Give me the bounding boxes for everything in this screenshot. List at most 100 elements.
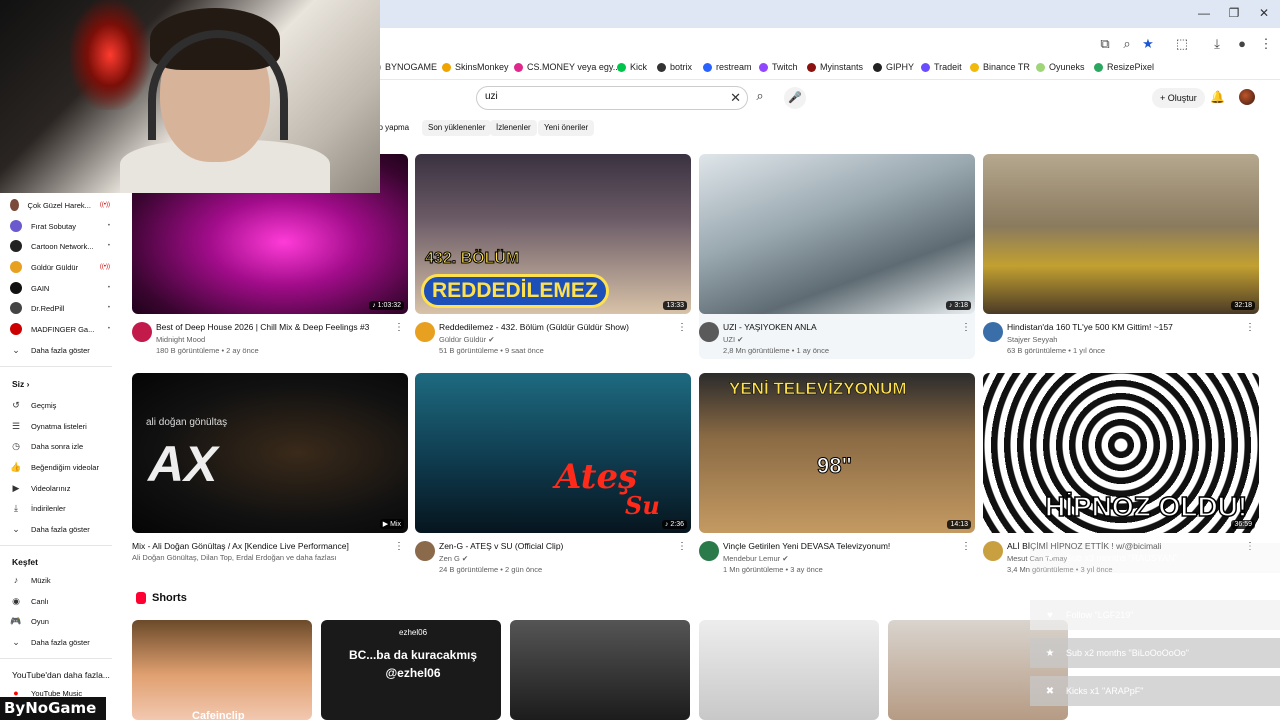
channel-name[interactable]: Midnight Mood — [156, 335, 205, 344]
sidebar-item-gaming[interactable]: 🎮 Oyun — [10, 613, 110, 629]
more-options-icon[interactable]: ⋮ — [394, 322, 404, 333]
short-card[interactable] — [510, 620, 690, 720]
video-card[interactable]: 432. BÖLÜM REDDEDİLEMEZ 13:33 Reddedilem… — [415, 154, 691, 359]
channel-avatar[interactable] — [132, 322, 152, 342]
bookmark[interactable]: Tradeit — [921, 62, 962, 72]
sidebar-item-downloads[interactable]: ⤓ İndirilenler — [10, 500, 110, 516]
chip-filter[interactable]: Son yüklenenler — [422, 120, 492, 136]
video-thumbnail[interactable]: YENİ TELEVİZYONUM 98" 14:13 — [699, 373, 975, 533]
sidebar-item-live[interactable]: ◉ Canlı — [10, 593, 110, 609]
bookmark[interactable]: botrix — [657, 62, 692, 72]
channel-name[interactable]: Stajyer Seyyah — [1007, 335, 1057, 344]
video-thumbnail[interactable]: Ateş Su ♪ 2:36 — [415, 373, 691, 533]
bookmark[interactable]: BYNOGAME — [372, 62, 437, 72]
channel-avatar[interactable] — [415, 322, 435, 342]
show-more-subscriptions[interactable]: ⌄ Daha fazla göster — [10, 342, 110, 358]
menu-icon[interactable]: ⋮ — [1258, 36, 1274, 52]
sidebar-item-history[interactable]: ↺ Geçmiş — [10, 397, 110, 413]
cast-icon[interactable]: ⧉ — [1097, 36, 1113, 52]
short-card[interactable]: ezhel06 BC...ba da kuracakmış @ezhel06 — [321, 620, 501, 720]
short-card[interactable]: Cafeinclip — [132, 620, 312, 720]
bookmark[interactable]: SkinsMonkey — [442, 62, 509, 72]
channel-avatar[interactable] — [699, 541, 719, 561]
channel-avatar[interactable] — [415, 541, 435, 561]
chip-filter[interactable]: ap yapma — [374, 120, 416, 136]
video-card[interactable]: ♪ 3:18 UZI - YAŞIYOKEN ANLA UZI ✔ 2,8 Mn… — [699, 154, 975, 359]
create-button[interactable]: + Oluştur — [1152, 88, 1205, 108]
video-thumbnail[interactable]: 432. BÖLÜM REDDEDİLEMEZ 13:33 — [415, 154, 691, 314]
video-thumbnail[interactable]: 32:18 — [983, 154, 1259, 314]
video-thumbnail[interactable]: ♪ 3:18 — [699, 154, 975, 314]
sidebar-item-show-more[interactable]: ⌄ Daha fazla göster — [10, 521, 110, 537]
video-thumbnail[interactable]: HİPNOZ OLDU! 36:59 — [983, 373, 1259, 533]
chip-filter[interactable]: Yeni öneriler — [538, 120, 595, 136]
minimize-icon[interactable]: — — [1196, 6, 1212, 20]
zoom-icon[interactable]: ⌕ — [1119, 36, 1135, 52]
channel-name[interactable]: Güldür Güldür ✔ — [439, 335, 494, 344]
microphone-icon[interactable]: 🎤 — [784, 87, 806, 109]
video-thumbnail[interactable]: ali doğan gönültaş AX ▶ Mix — [132, 373, 408, 533]
profile-icon[interactable]: ● — [1234, 36, 1250, 51]
short-card[interactable] — [699, 620, 879, 720]
search-icon[interactable]: ⌕ — [750, 88, 770, 108]
channel-avatar[interactable] — [983, 541, 1003, 561]
bookmark[interactable]: Kick — [617, 62, 647, 72]
channel-name[interactable]: Zen G ✔ — [439, 554, 468, 563]
video-card[interactable]: YENİ TELEVİZYONUM 98" 14:13 Vinçle Getir… — [699, 373, 975, 578]
you-section-title[interactable]: Siz › — [12, 379, 30, 389]
more-options-icon[interactable]: ⋮ — [1245, 322, 1255, 333]
subscription-item[interactable]: GAIN • — [10, 280, 110, 296]
sidebar-item-music[interactable]: ♪ Müzik — [10, 572, 110, 588]
video-title[interactable]: Reddedilemez - 432. Bölüm (Güldür Güldür… — [439, 322, 679, 333]
channel-name[interactable]: Mendebur Lemur ✔ — [723, 554, 788, 563]
download-icon[interactable]: ⤓ — [1209, 36, 1225, 52]
sidebar-item-liked[interactable]: 👍 Beğendiğim videolar — [10, 459, 110, 475]
video-title[interactable]: Mix - Ali Doğan Gönültaş / Ax [Kendice L… — [132, 541, 372, 552]
channel-name[interactable]: Ali Doğan Gönültaş, Dilan Top, Erdal Erd… — [132, 553, 337, 562]
more-options-icon[interactable]: ⋮ — [677, 541, 687, 552]
more-options-icon[interactable]: ⋮ — [961, 322, 971, 333]
chip-filter[interactable]: İzlenenler — [490, 120, 537, 136]
video-card[interactable]: 32:18 Hindistan'da 160 TL'ye 500 KM Gitt… — [983, 154, 1259, 359]
bookmark[interactable]: restream — [703, 62, 752, 72]
sidebar-item-playlists[interactable]: ☰ Oynatma listeleri — [10, 418, 110, 434]
bookmark[interactable]: Oyuneks — [1036, 62, 1085, 72]
more-options-icon[interactable]: ⋮ — [961, 541, 971, 552]
bookmark[interactable]: GIPHY — [873, 62, 914, 72]
sidebar-item-watch-later[interactable]: ◷ Daha sonra izle — [10, 438, 110, 454]
more-options-icon[interactable]: ⋮ — [394, 541, 404, 552]
subscription-item[interactable]: MADFINGER Ga... • — [10, 321, 110, 337]
video-card[interactable]: ali doğan gönültaş AX ▶ Mix Mix - Ali Do… — [132, 373, 408, 578]
bookmark[interactable]: CS.MONEY veya egy... — [514, 62, 620, 72]
search-input[interactable] — [485, 91, 715, 102]
video-title[interactable]: Best of Deep House 2026 | Chill Mix & De… — [156, 322, 396, 333]
video-title[interactable]: Zen-G - ATEŞ v SU (Official Clip) — [439, 541, 679, 552]
subscription-item[interactable]: Fırat Sobutay • — [10, 218, 110, 234]
bookmark[interactable]: Twitch — [759, 62, 798, 72]
video-card[interactable]: Ateş Su ♪ 2:36 Zen-G - ATEŞ v SU (Offici… — [415, 373, 691, 578]
sidebar-item-show-more[interactable]: ⌄ Daha fazla göster — [10, 634, 110, 650]
clear-search-icon[interactable]: ✕ — [730, 90, 741, 106]
notifications-bell-icon[interactable]: 🔔 — [1210, 90, 1225, 104]
subscription-item[interactable]: Dr.RedPill • — [10, 300, 110, 316]
video-title[interactable]: UZI - YAŞIYOKEN ANLA — [723, 322, 963, 333]
subscription-item[interactable]: Güldür Güldür ((•)) — [10, 259, 110, 275]
bookmark[interactable]: ResizePixel — [1094, 62, 1154, 72]
channel-name[interactable]: UZI ✔ — [723, 335, 743, 344]
extensions-icon[interactable]: ⬚ — [1174, 36, 1190, 52]
subscription-item[interactable]: Cartoon Network... • — [10, 238, 110, 254]
video-title[interactable]: Vinçle Getirilen Yeni DEVASA Televizyonu… — [723, 541, 963, 552]
close-window-icon[interactable]: ✕ — [1256, 6, 1272, 20]
bookmark-icon — [703, 62, 712, 72]
channel-avatar[interactable] — [699, 322, 719, 342]
restore-icon[interactable]: ❐ — [1226, 6, 1242, 20]
bookmark-star-icon[interactable]: ★ — [1140, 36, 1156, 52]
more-options-icon[interactable]: ⋮ — [677, 322, 687, 333]
subscription-item[interactable]: Çok Güzel Harek... ((•)) — [10, 197, 110, 213]
sidebar-item-your-videos[interactable]: ▶ Videolarınız — [10, 480, 110, 496]
channel-avatar[interactable] — [983, 322, 1003, 342]
bookmark[interactable]: Binance TR — [970, 62, 1030, 72]
video-title[interactable]: Hindistan'da 160 TL'ye 500 KM Gittim! ~1… — [1007, 322, 1247, 333]
bookmark[interactable]: Myinstants — [807, 62, 863, 72]
account-avatar[interactable] — [1239, 89, 1255, 105]
